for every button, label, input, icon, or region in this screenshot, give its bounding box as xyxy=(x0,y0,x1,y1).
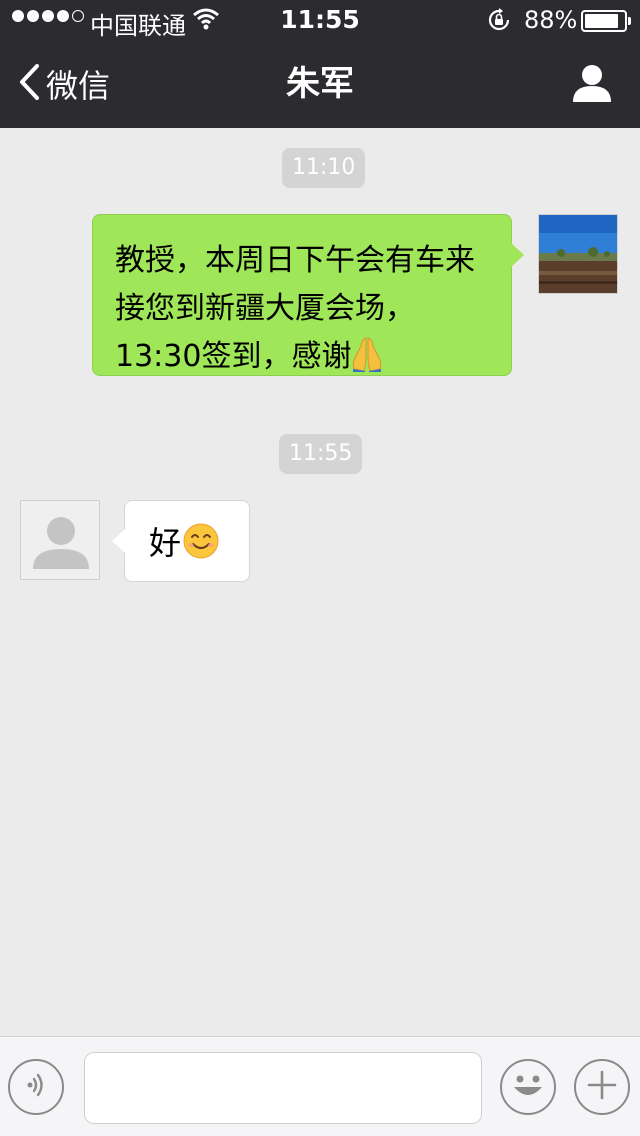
timestamp: 11:10 xyxy=(282,148,366,188)
chat-title: 朱军 xyxy=(286,64,354,104)
profile-button[interactable] xyxy=(572,64,612,106)
chat-area[interactable]: 11:10 教授，本周日下午会有车来接您到新疆大厦会场，13:30签到，感谢 1… xyxy=(0,128,640,1036)
sent-message-bubble[interactable]: 教授，本周日下午会有车来接您到新疆大厦会场，13:30签到，感谢 xyxy=(92,214,524,376)
voice-icon xyxy=(21,1070,51,1104)
timestamp: 11:55 xyxy=(279,434,363,474)
battery-icon xyxy=(581,10,631,32)
my-avatar[interactable] xyxy=(538,214,618,294)
input-bar xyxy=(0,1036,640,1136)
contact-avatar[interactable] xyxy=(20,500,100,580)
status-bar: 中国联通 11:55 88% xyxy=(0,0,640,40)
message-input[interactable] xyxy=(84,1052,482,1124)
rotation-lock-icon xyxy=(486,7,512,39)
smiling-face-emoji-icon xyxy=(183,523,219,570)
person-icon xyxy=(572,65,612,106)
folded-hands-emoji-icon xyxy=(351,336,383,387)
voice-button[interactable] xyxy=(8,1059,64,1115)
received-message-text: 好 xyxy=(149,524,182,562)
sent-message-text: 教授，本周日下午会有车来接您到新疆大厦会场，13:30签到，感谢 xyxy=(115,243,475,374)
nav-bar: 微信 朱军 xyxy=(0,40,640,128)
more-button[interactable] xyxy=(574,1059,630,1115)
emoji-icon xyxy=(500,1057,556,1117)
emoji-button[interactable] xyxy=(500,1059,556,1115)
battery-percent: 88% xyxy=(524,6,578,34)
received-message-bubble[interactable]: 好 xyxy=(112,500,250,582)
plus-icon xyxy=(586,1069,618,1105)
